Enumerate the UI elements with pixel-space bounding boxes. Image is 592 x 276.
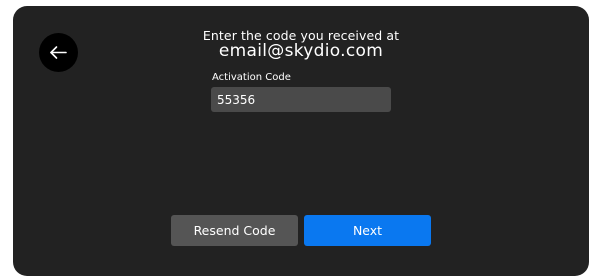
- next-button[interactable]: Next: [304, 215, 431, 246]
- activation-code-input[interactable]: [211, 87, 391, 112]
- resend-code-button[interactable]: Resend Code: [171, 215, 298, 246]
- email-address: email@skydio.com: [218, 41, 384, 61]
- activation-code-label: Activation Code: [212, 72, 291, 83]
